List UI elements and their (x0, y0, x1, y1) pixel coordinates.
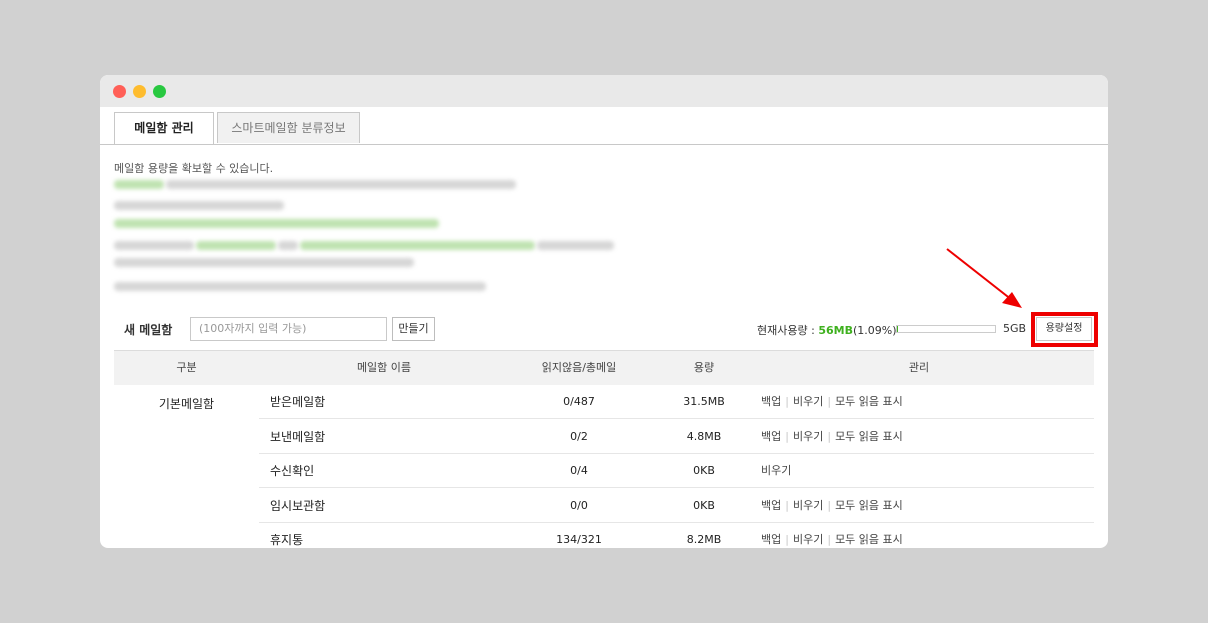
action-link[interactable]: 백업 (761, 395, 781, 408)
mail-count: 0/0 (570, 498, 588, 512)
mailbox-size: 0KB (693, 498, 715, 512)
tab-smart-mailbox-info[interactable]: 스마트메일함 분류정보 (217, 112, 360, 143)
table-row: 받은메일함 0/487 31.5MB 백업 | 비우기 | 모두 읽음 표시 (114, 385, 1094, 419)
title-bar (100, 75, 1108, 107)
blurred-text (114, 180, 164, 189)
header-manage: 관리 (908, 361, 930, 374)
usage-total: 5GB (1003, 322, 1027, 335)
action-separator: | (785, 429, 789, 443)
header-name: 메일함 이름 (356, 361, 412, 374)
action-separator: | (827, 533, 832, 546)
mail-count: 0/487 (563, 395, 595, 408)
blurred-text (114, 201, 284, 210)
usage-label: 현재사용량 : (757, 324, 815, 337)
header-category: 구분 (176, 361, 197, 374)
action-link[interactable]: 비우기 (793, 395, 823, 408)
blurred-text (300, 241, 535, 250)
action-link[interactable]: 백업 (761, 499, 781, 512)
mail-count: 134/321 (556, 533, 602, 546)
mailbox-name[interactable]: 임시보관함 (270, 489, 325, 523)
row-actions: 백업 | 비우기 | 모두 읽음 표시 (761, 420, 903, 454)
action-link[interactable]: 비우기 (793, 533, 823, 546)
usage-used-value: 56MB (818, 324, 853, 337)
mailbox-size: 4.8MB (686, 429, 722, 443)
minimize-window-button[interactable] (133, 85, 146, 98)
action-separator: | (785, 533, 789, 546)
table-row: 수신확인 0/4 0KB 비우기 (114, 454, 1094, 488)
mailbox-table: 구분 메일함 이름 읽지않음/총메일 용량 관리 기본메일함 받은메일함 0/48… (114, 350, 1094, 547)
blurred-text (196, 241, 276, 250)
mail-count: 0/2 (570, 429, 588, 443)
header-size: 용량 (693, 361, 715, 374)
table-row: 휴지통 134/321 8.2MB 백업 | 비우기 | 모두 읽음 표시 (114, 523, 1094, 548)
action-link[interactable]: 모두 읽음 표시 (835, 395, 903, 408)
pointer-arrow (946, 248, 1022, 308)
blurred-text (114, 258, 414, 267)
blurred-text (166, 180, 516, 189)
blurred-text (537, 241, 614, 250)
action-link[interactable]: 모두 읽음 표시 (835, 430, 903, 443)
table-header: 구분 메일함 이름 읽지않음/총메일 용량 관리 (114, 350, 1094, 385)
action-link[interactable]: 모두 읽음 표시 (835, 499, 903, 512)
row-actions: 백업 | 비우기 | 모두 읽음 표시 (761, 489, 903, 523)
action-link[interactable]: 비우기 (793, 499, 823, 512)
action-separator: | (827, 498, 832, 512)
table-row: 보낸메일함 0/2 4.8MB 백업 | 비우기 | 모두 읽음 표시 (114, 420, 1094, 454)
action-link[interactable]: 모두 읽음 표시 (835, 533, 903, 546)
new-mailbox-input[interactable]: (100자까지 입력 가능) (190, 317, 387, 341)
new-mailbox-label: 새 메일함 (124, 323, 173, 337)
mail-count: 0/4 (570, 464, 588, 477)
action-link[interactable]: 백업 (761, 533, 781, 546)
mailbox-size: 31.5MB (683, 395, 725, 408)
intro-text: 메일함 용량을 확보할 수 있습니다. (114, 162, 274, 175)
action-link[interactable]: 비우기 (761, 464, 791, 477)
highlight-box (1031, 312, 1098, 347)
tab-bar: 메일함 관리 스마트메일함 분류정보 (100, 107, 1108, 145)
action-link[interactable]: 백업 (761, 430, 781, 443)
create-mailbox-button[interactable]: 만들기 (392, 317, 435, 341)
row-actions: 백업 | 비우기 | 모두 읽음 표시 (761, 385, 903, 419)
mailbox-size: 8.2MB (686, 533, 722, 546)
usage-progress-bar (896, 325, 996, 333)
usage-progress-fill (897, 326, 899, 332)
tab-mailbox-management[interactable]: 메일함 관리 (114, 112, 214, 144)
mailbox-name[interactable]: 보낸메일함 (270, 420, 325, 454)
action-separator: | (827, 395, 832, 408)
row-actions: 비우기 (761, 454, 791, 488)
action-separator: | (785, 498, 789, 512)
usage-summary: 현재사용량 : 56MB(1.09%) (757, 322, 896, 338)
blurred-text (114, 241, 194, 250)
header-count: 읽지않음/총메일 (541, 361, 617, 374)
usage-percent: (1.09%) (852, 324, 897, 337)
action-link[interactable]: 비우기 (793, 430, 823, 443)
mailbox-size: 0KB (693, 464, 715, 477)
close-window-button[interactable] (113, 85, 126, 98)
table-row: 임시보관함 0/0 0KB 백업 | 비우기 | 모두 읽음 표시 (114, 489, 1094, 523)
action-separator: | (827, 429, 832, 443)
mailbox-name[interactable]: 받은메일함 (270, 385, 325, 419)
blurred-text (278, 241, 298, 250)
mailbox-name[interactable]: 휴지통 (270, 523, 303, 548)
row-actions: 백업 | 비우기 | 모두 읽음 표시 (761, 523, 903, 548)
mailbox-name[interactable]: 수신확인 (270, 454, 314, 488)
blurred-text (114, 219, 439, 228)
blurred-text (114, 282, 486, 291)
action-separator: | (785, 395, 789, 408)
zoom-window-button[interactable] (153, 85, 166, 98)
app-window: 메일함 관리 스마트메일함 분류정보 메일함 용량을 확보할 수 있습니다. 새… (100, 75, 1108, 548)
